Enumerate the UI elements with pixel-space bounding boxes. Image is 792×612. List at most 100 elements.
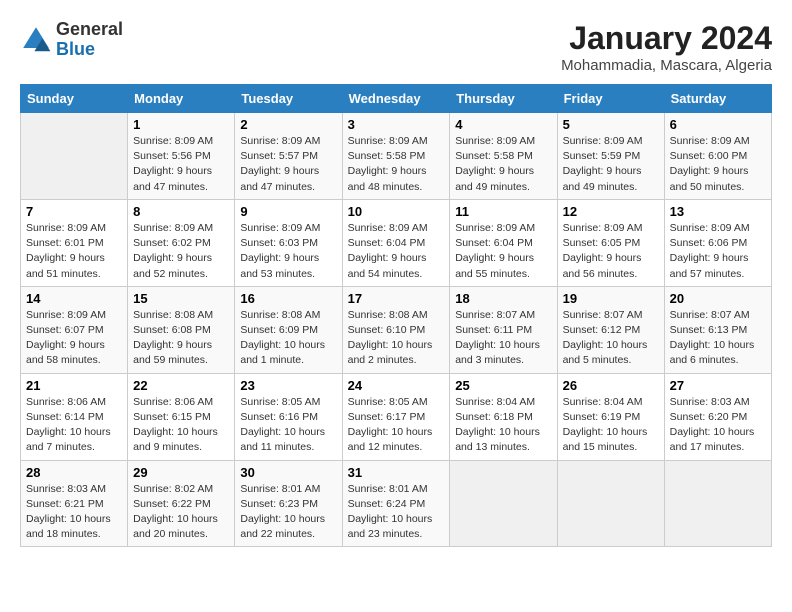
column-header-sunday: Sunday xyxy=(21,85,128,113)
calendar-cell: 12 Sunrise: 8:09 AMSunset: 6:05 PMDayligh… xyxy=(557,199,664,286)
calendar-header-row: SundayMondayTuesdayWednesdayThursdayFrid… xyxy=(21,85,772,113)
calendar-week-row: 1 Sunrise: 8:09 AMSunset: 5:56 PMDaylight… xyxy=(21,113,772,200)
day-info: Sunrise: 8:09 AMSunset: 6:04 PMDaylight:… xyxy=(455,221,551,282)
day-number: 12 xyxy=(563,204,659,219)
logo: General Blue xyxy=(20,20,123,60)
day-info: Sunrise: 8:07 AMSunset: 6:11 PMDaylight:… xyxy=(455,308,551,369)
day-number: 14 xyxy=(26,291,122,306)
day-info: Sunrise: 8:09 AMSunset: 5:59 PMDaylight:… xyxy=(563,134,659,195)
day-info: Sunrise: 8:09 AMSunset: 6:01 PMDaylight:… xyxy=(26,221,122,282)
day-number: 8 xyxy=(133,204,229,219)
column-header-thursday: Thursday xyxy=(450,85,557,113)
day-info: Sunrise: 8:09 AMSunset: 6:03 PMDaylight:… xyxy=(240,221,336,282)
page-header: General Blue January 2024 Mohammadia, Ma… xyxy=(20,20,772,74)
logo-text: General Blue xyxy=(56,20,123,60)
calendar-cell xyxy=(664,460,771,547)
day-info: Sunrise: 8:04 AMSunset: 6:19 PMDaylight:… xyxy=(563,395,659,456)
calendar-cell: 31 Sunrise: 8:01 AMSunset: 6:24 PMDayligh… xyxy=(342,460,450,547)
calendar-cell: 19Sunrise: 8:07 AMSunset: 6:12 PMDayligh… xyxy=(557,286,664,373)
calendar-cell: 26 Sunrise: 8:04 AMSunset: 6:19 PMDayligh… xyxy=(557,373,664,460)
day-info: Sunrise: 8:09 AMSunset: 5:56 PMDaylight:… xyxy=(133,134,229,195)
day-number: 4 xyxy=(455,117,551,132)
page-subtitle: Mohammadia, Mascara, Algeria xyxy=(561,57,772,74)
day-number: 23 xyxy=(240,378,336,393)
column-header-tuesday: Tuesday xyxy=(235,85,342,113)
calendar-cell: 13Sunrise: 8:09 AMSunset: 6:06 PMDayligh… xyxy=(664,199,771,286)
calendar-cell: 10 Sunrise: 8:09 AMSunset: 6:04 PMDayligh… xyxy=(342,199,450,286)
calendar-cell: 30 Sunrise: 8:01 AMSunset: 6:23 PMDayligh… xyxy=(235,460,342,547)
day-info: Sunrise: 8:06 AMSunset: 6:14 PMDaylight:… xyxy=(26,395,122,456)
day-number: 20 xyxy=(670,291,766,306)
day-number: 7 xyxy=(26,204,122,219)
day-info: Sunrise: 8:07 AMSunset: 6:13 PMDaylight:… xyxy=(670,308,766,369)
day-number: 1 xyxy=(133,117,229,132)
calendar-cell: 11 Sunrise: 8:09 AMSunset: 6:04 PMDayligh… xyxy=(450,199,557,286)
day-number: 30 xyxy=(240,465,336,480)
day-number: 21 xyxy=(26,378,122,393)
day-info: Sunrise: 8:09 AMSunset: 6:04 PMDaylight:… xyxy=(348,221,445,282)
calendar-cell xyxy=(450,460,557,547)
day-info: Sunrise: 8:06 AMSunset: 6:15 PMDaylight:… xyxy=(133,395,229,456)
day-number: 24 xyxy=(348,378,445,393)
day-number: 28 xyxy=(26,465,122,480)
day-number: 3 xyxy=(348,117,445,132)
day-info: Sunrise: 8:05 AMSunset: 6:16 PMDaylight:… xyxy=(240,395,336,456)
calendar-cell: 27Sunrise: 8:03 AMSunset: 6:20 PMDayligh… xyxy=(664,373,771,460)
day-number: 27 xyxy=(670,378,766,393)
calendar-cell: 24 Sunrise: 8:05 AMSunset: 6:17 PMDayligh… xyxy=(342,373,450,460)
calendar-table: SundayMondayTuesdayWednesdayThursdayFrid… xyxy=(20,84,772,547)
page-title: January 2024 xyxy=(561,20,772,57)
column-header-friday: Friday xyxy=(557,85,664,113)
day-number: 15 xyxy=(133,291,229,306)
day-info: Sunrise: 8:08 AMSunset: 6:09 PMDaylight:… xyxy=(240,308,336,369)
day-info: Sunrise: 8:01 AMSunset: 6:24 PMDaylight:… xyxy=(348,482,445,543)
day-info: Sunrise: 8:04 AMSunset: 6:18 PMDaylight:… xyxy=(455,395,551,456)
day-number: 2 xyxy=(240,117,336,132)
calendar-cell: 5 Sunrise: 8:09 AMSunset: 5:59 PMDaylight… xyxy=(557,113,664,200)
day-number: 6 xyxy=(670,117,766,132)
day-info: Sunrise: 8:09 AMSunset: 6:05 PMDaylight:… xyxy=(563,221,659,282)
calendar-week-row: 21 Sunrise: 8:06 AMSunset: 6:14 PMDayligh… xyxy=(21,373,772,460)
column-header-saturday: Saturday xyxy=(664,85,771,113)
calendar-cell: 17 Sunrise: 8:08 AMSunset: 6:10 PMDayligh… xyxy=(342,286,450,373)
day-info: Sunrise: 8:08 AMSunset: 6:10 PMDaylight:… xyxy=(348,308,445,369)
day-number: 16 xyxy=(240,291,336,306)
calendar-cell: 16 Sunrise: 8:08 AMSunset: 6:09 PMDayligh… xyxy=(235,286,342,373)
calendar-cell xyxy=(557,460,664,547)
calendar-cell: 18 Sunrise: 8:07 AMSunset: 6:11 PMDayligh… xyxy=(450,286,557,373)
day-info: Sunrise: 8:08 AMSunset: 6:08 PMDaylight:… xyxy=(133,308,229,369)
day-info: Sunrise: 8:09 AMSunset: 6:02 PMDaylight:… xyxy=(133,221,229,282)
calendar-cell: 15 Sunrise: 8:08 AMSunset: 6:08 PMDayligh… xyxy=(128,286,235,373)
day-number: 17 xyxy=(348,291,445,306)
calendar-cell: 25Sunrise: 8:04 AMSunset: 6:18 PMDayligh… xyxy=(450,373,557,460)
day-number: 29 xyxy=(133,465,229,480)
column-header-wednesday: Wednesday xyxy=(342,85,450,113)
day-info: Sunrise: 8:01 AMSunset: 6:23 PMDaylight:… xyxy=(240,482,336,543)
day-number: 13 xyxy=(670,204,766,219)
day-number: 31 xyxy=(348,465,445,480)
calendar-cell: 21 Sunrise: 8:06 AMSunset: 6:14 PMDayligh… xyxy=(21,373,128,460)
calendar-cell xyxy=(21,113,128,200)
calendar-cell: 9Sunrise: 8:09 AMSunset: 6:03 PMDaylight… xyxy=(235,199,342,286)
day-info: Sunrise: 8:02 AMSunset: 6:22 PMDaylight:… xyxy=(133,482,229,543)
calendar-week-row: 14 Sunrise: 8:09 AMSunset: 6:07 PMDayligh… xyxy=(21,286,772,373)
day-number: 18 xyxy=(455,291,551,306)
logo-icon xyxy=(20,24,52,56)
day-info: Sunrise: 8:09 AMSunset: 5:58 PMDaylight:… xyxy=(455,134,551,195)
calendar-cell: 4 Sunrise: 8:09 AMSunset: 5:58 PMDaylight… xyxy=(450,113,557,200)
calendar-cell: 29 Sunrise: 8:02 AMSunset: 6:22 PMDayligh… xyxy=(128,460,235,547)
title-block: January 2024 Mohammadia, Mascara, Algeri… xyxy=(561,20,772,74)
day-number: 5 xyxy=(563,117,659,132)
day-info: Sunrise: 8:09 AMSunset: 5:58 PMDaylight:… xyxy=(348,134,445,195)
day-number: 26 xyxy=(563,378,659,393)
day-info: Sunrise: 8:09 AMSunset: 6:00 PMDaylight:… xyxy=(670,134,766,195)
day-number: 10 xyxy=(348,204,445,219)
day-number: 11 xyxy=(455,204,551,219)
day-info: Sunrise: 8:09 AMSunset: 5:57 PMDaylight:… xyxy=(240,134,336,195)
calendar-cell: 20 Sunrise: 8:07 AMSunset: 6:13 PMDayligh… xyxy=(664,286,771,373)
calendar-cell: 23 Sunrise: 8:05 AMSunset: 6:16 PMDayligh… xyxy=(235,373,342,460)
calendar-cell: 6 Sunrise: 8:09 AMSunset: 6:00 PMDaylight… xyxy=(664,113,771,200)
calendar-week-row: 28Sunrise: 8:03 AMSunset: 6:21 PMDayligh… xyxy=(21,460,772,547)
day-info: Sunrise: 8:05 AMSunset: 6:17 PMDaylight:… xyxy=(348,395,445,456)
day-info: Sunrise: 8:09 AMSunset: 6:07 PMDaylight:… xyxy=(26,308,122,369)
